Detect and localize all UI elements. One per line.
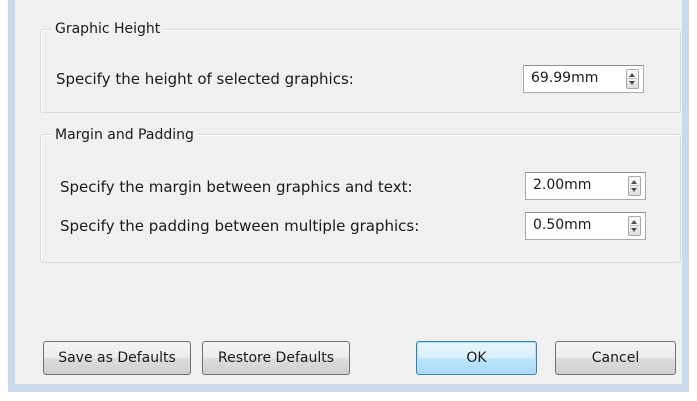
spin-down-icon[interactable]: [631, 188, 637, 192]
padding-spinbox[interactable]: 0.50mm: [525, 212, 646, 240]
spin-arrows[interactable]: [626, 69, 639, 89]
height-value[interactable]: 69.99mm: [531, 70, 598, 86]
spin-down-icon[interactable]: [629, 81, 635, 85]
spin-down-icon[interactable]: [631, 228, 637, 232]
ok-button[interactable]: OK: [416, 341, 537, 375]
height-label: Specify the height of selected graphics:: [56, 70, 354, 88]
margin-padding-group: Margin and Padding Specify the margin be…: [40, 127, 681, 263]
cancel-button[interactable]: Cancel: [555, 341, 676, 375]
dialog-window: Graphic Height Specify the height of sel…: [8, 0, 689, 392]
group-title: Margin and Padding: [52, 127, 197, 143]
spin-arrows[interactable]: [628, 216, 641, 236]
spin-up-icon[interactable]: [631, 180, 637, 184]
group-title: Graphic Height: [52, 21, 164, 37]
margin-spinbox[interactable]: 2.00mm: [525, 172, 646, 200]
padding-label: Specify the padding between multiple gra…: [60, 217, 420, 235]
restore-defaults-button[interactable]: Restore Defaults: [202, 341, 350, 375]
save-as-defaults-button[interactable]: Save as Defaults: [43, 341, 191, 375]
margin-label: Specify the margin between graphics and …: [60, 178, 413, 196]
padding-value[interactable]: 0.50mm: [533, 217, 591, 233]
spin-up-icon[interactable]: [629, 73, 635, 77]
spin-arrows[interactable]: [628, 176, 641, 196]
spin-up-icon[interactable]: [631, 220, 637, 224]
height-spinbox[interactable]: 69.99mm: [523, 65, 644, 93]
margin-value[interactable]: 2.00mm: [533, 177, 591, 193]
graphic-height-group: Graphic Height Specify the height of sel…: [40, 21, 681, 113]
